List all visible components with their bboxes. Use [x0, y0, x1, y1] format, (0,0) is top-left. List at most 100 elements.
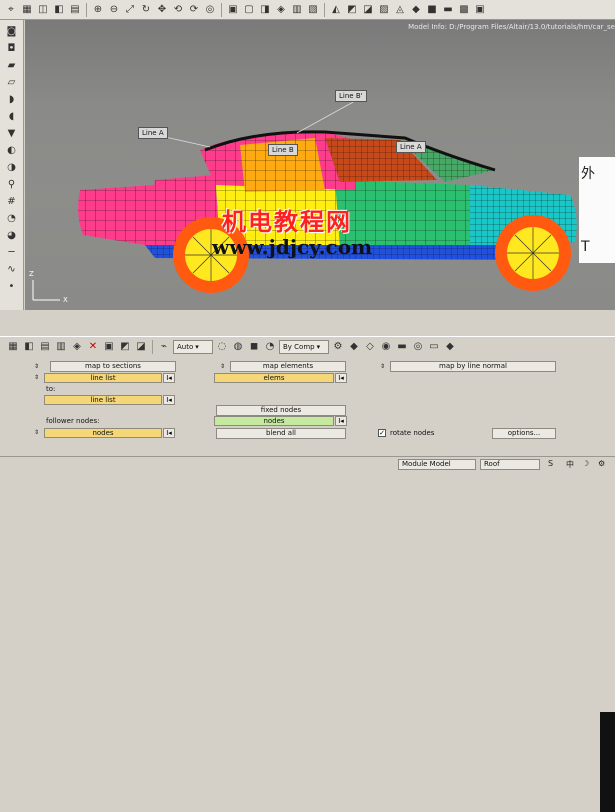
shade-icon[interactable]: ◧	[52, 3, 66, 17]
help-icon[interactable]: ◆	[443, 340, 457, 354]
export-icon[interactable]: ▥	[54, 340, 68, 354]
section-icon[interactable]: ◪	[361, 3, 375, 17]
view-side-icon[interactable]: ◨	[258, 3, 272, 17]
rotate-icon[interactable]: ↻	[139, 3, 153, 17]
view-iso-icon[interactable]: ◈	[274, 3, 288, 17]
reset-icon[interactable]: I◂	[163, 395, 175, 405]
hide-icon[interactable]: ▰	[4, 58, 20, 72]
fixed-nodes-toggle[interactable]: fixed nodes	[216, 405, 346, 416]
view-front-icon[interactable]: ▢	[242, 3, 256, 17]
number-icon[interactable]: #	[4, 194, 20, 208]
blend-all-toggle[interactable]: blend all	[216, 428, 346, 439]
edges-icon[interactable]: ▬	[395, 340, 409, 354]
features-icon[interactable]: ◬	[393, 3, 407, 17]
reset-icon[interactable]: I◂	[335, 373, 347, 383]
view-top-icon[interactable]: ▣	[226, 3, 240, 17]
lasso-icon[interactable]: ◌	[215, 340, 229, 354]
view-bottom-icon[interactable]: ▥	[290, 3, 304, 17]
unmask-icon[interactable]: ◖	[4, 109, 20, 123]
find-icon[interactable]: ⚲	[4, 177, 20, 191]
line-list-selector-1[interactable]: line list	[44, 373, 162, 383]
color-by-dropdown[interactable]: By Comp ▾	[279, 339, 329, 354]
node-icon[interactable]: •	[4, 279, 20, 293]
zoom-in-icon[interactable]: ⊕	[91, 3, 105, 17]
shrink-icon[interactable]: ◇	[363, 340, 377, 354]
isolate-icon[interactable]: ◘	[4, 41, 20, 55]
line-list-toggle-icon[interactable]: ⇕	[32, 373, 41, 382]
view-back-icon[interactable]: ▧	[306, 3, 320, 17]
visualization-icon[interactable]: ◑	[4, 160, 20, 174]
axis-label-z: Z	[29, 270, 34, 278]
comp-icon[interactable]: ◈	[70, 340, 84, 354]
map-mode-toggle-icon[interactable]: ⇕	[32, 362, 41, 371]
shade-mode-icon[interactable]: ◍	[231, 340, 245, 354]
spin-icon[interactable]: ⟲	[171, 3, 185, 17]
nodes-toggle-icon[interactable]: ⇕	[32, 428, 41, 437]
auto-dropdown[interactable]: Auto ▾	[173, 339, 213, 354]
display-mode-icon[interactable]: ⌁	[157, 340, 171, 354]
tray-moon-icon[interactable]: ☽	[582, 459, 589, 468]
rotate-nodes-checkbox[interactable]: ✓	[378, 429, 386, 437]
follower-nodes-selector[interactable]: nodes	[44, 428, 162, 438]
component-icon[interactable]: ◙	[4, 24, 20, 38]
fit-display-icon[interactable]: ◎	[411, 340, 425, 354]
current-collector[interactable]: Roof	[480, 459, 540, 470]
elems-selector[interactable]: elems	[214, 373, 334, 383]
wireframe-icon[interactable]: ◫	[36, 3, 50, 17]
cube-icon[interactable]: ◼	[247, 340, 261, 354]
filter-icon[interactable]: ▼	[4, 126, 20, 140]
display-icon[interactable]: ▦	[20, 3, 34, 17]
options-button[interactable]: options...	[492, 428, 556, 439]
tag-icon[interactable]: ◕	[4, 228, 20, 242]
color-mode-icon[interactable]: ◔	[263, 340, 277, 354]
center-icon[interactable]: ◎	[203, 3, 217, 17]
pan-icon[interactable]: ✥	[155, 3, 169, 17]
map-by-line-normal-toggle[interactable]: map by line normal	[390, 361, 556, 372]
save-icon[interactable]: ▩	[457, 3, 471, 17]
spline-icon[interactable]: ∿	[4, 262, 20, 276]
map-to-sections-toggle[interactable]: map to sections	[50, 361, 176, 372]
element-display-icon[interactable]: ◆	[347, 340, 361, 354]
monitor-icon[interactable]: ▭	[427, 340, 441, 354]
fit-icon[interactable]: ⤢	[123, 3, 137, 17]
reverse-icon[interactable]: ⟳	[187, 3, 201, 17]
model-browser-icon[interactable]: ▦	[6, 340, 20, 354]
show-icon[interactable]: ▱	[4, 75, 20, 89]
reset-icon[interactable]: I◂	[335, 416, 347, 426]
ime-chinese-icon[interactable]: 中	[566, 459, 574, 470]
mesh-tool-icon[interactable]: ▣	[102, 340, 116, 354]
import-icon[interactable]: ▤	[38, 340, 52, 354]
reset-icon[interactable]: I◂	[163, 428, 175, 438]
tray-settings-icon[interactable]: ⚙	[598, 459, 605, 468]
lines-icon[interactable]: ▬	[441, 3, 455, 17]
perspective-icon[interactable]: ◭	[329, 3, 343, 17]
mask-icon[interactable]: ◗	[4, 92, 20, 106]
ime-icon[interactable]: S	[548, 459, 553, 468]
select-icon[interactable]: ⌖	[4, 3, 18, 17]
normal-toggle-icon[interactable]: ⇕	[378, 362, 387, 371]
zoom-out-icon[interactable]: ⊖	[107, 3, 121, 17]
morph-icon[interactable]: ◩	[118, 340, 132, 354]
color-icon[interactable]: ■	[425, 3, 439, 17]
map-elements-toggle-icon[interactable]: ⇕	[218, 362, 227, 371]
settings-icon[interactable]: ⚙	[331, 340, 345, 354]
delete-icon[interactable]: ✕	[86, 340, 100, 354]
map-elements-toggle[interactable]: map elements	[230, 361, 346, 372]
geometry-icon[interactable]: ◆	[409, 3, 423, 17]
graphics-viewport[interactable]: Model Info: D:/Program Files/Altair/13.0…	[25, 20, 615, 310]
normal-icon[interactable]: ◉	[379, 340, 393, 354]
car-model: Z X	[29, 100, 577, 304]
module-status: Module Model	[398, 459, 476, 470]
fixed-nodes-selector[interactable]: nodes	[214, 416, 334, 426]
collector-icon[interactable]: ◧	[22, 340, 36, 354]
elements-icon[interactable]: ▨	[377, 3, 391, 17]
check-icon[interactable]: ◪	[134, 340, 148, 354]
transparency-icon[interactable]: ◐	[4, 143, 20, 157]
screenshot-icon[interactable]: ▣	[473, 3, 487, 17]
line-icon[interactable]: ─	[4, 245, 20, 259]
clip-icon[interactable]: ◩	[345, 3, 359, 17]
reset-icon[interactable]: I◂	[163, 373, 175, 383]
line-list-selector-2[interactable]: line list	[44, 395, 162, 405]
quality-icon[interactable]: ◔	[4, 211, 20, 225]
mesh-icon[interactable]: ▤	[68, 3, 82, 17]
